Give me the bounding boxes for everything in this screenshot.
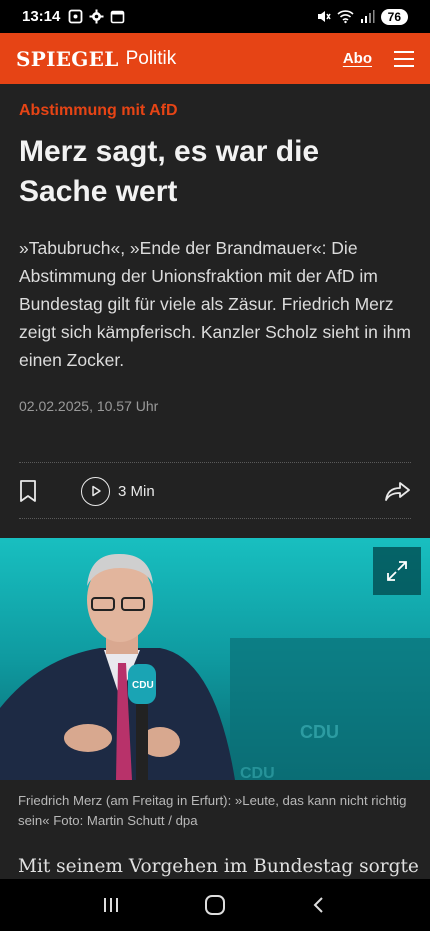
share-icon[interactable] [385, 481, 411, 501]
audio-play-button[interactable]: 3 Min [81, 476, 155, 506]
battery-indicator: 76 [380, 8, 408, 25]
mic-cdu-label: CDU [132, 680, 154, 691]
status-right-icons: 76 [316, 8, 408, 25]
section-label[interactable]: Politik [126, 48, 177, 70]
bookmark-icon[interactable] [19, 479, 37, 503]
mute-icon [317, 11, 331, 22]
screenshot-icon [68, 9, 83, 24]
audio-duration: 3 Min [118, 482, 155, 500]
status-bar: 13:14 76 [0, 0, 430, 33]
photo-caption: Friedrich Merz (am Freitag in Erfurt): »… [0, 780, 430, 836]
spiegel-logo[interactable]: SPIEGEL [16, 47, 119, 71]
site-header: SPIEGEL Politik Abo [0, 33, 430, 84]
article-headline: Merz sagt, es war die Sache wert [19, 135, 320, 208]
svg-text:CDU: CDU [300, 722, 339, 742]
wifi-icon [337, 10, 354, 24]
article-actions: 3 Min [19, 474, 411, 508]
recent-apps-icon[interactable] [101, 895, 121, 915]
svg-text:CDU: CDU [240, 765, 275, 780]
home-icon[interactable] [204, 894, 226, 916]
hamburger-menu-icon[interactable] [394, 50, 414, 67]
play-icon [81, 476, 110, 506]
article-header: Abstimmung mit AfD Merz sagt, es war die… [0, 84, 430, 538]
divider-bottom [19, 518, 411, 519]
divider-top [19, 462, 411, 463]
signal-icon [360, 10, 375, 23]
calendar-icon [111, 10, 125, 24]
abo-link[interactable]: Abo [343, 50, 372, 67]
article-teaser: »Tabubruch«, »Ende der Brandmauer«: Die … [19, 238, 411, 370]
expand-icon [387, 561, 407, 581]
status-time: 13:14 [22, 8, 61, 25]
article-body-start: Mit seinem Vorgehen im Bundestag sorgte [0, 836, 430, 879]
article-date: 02.02.2025, 10.57 Uhr [19, 398, 159, 414]
status-left-icons [68, 9, 125, 24]
photo-merz: CDU CDU CDU [0, 538, 430, 780]
gear-icon [89, 9, 104, 24]
article-photo[interactable]: CDU CDU CDU [0, 538, 430, 780]
article-kicker: Abstimmung mit AfD [19, 102, 178, 119]
back-icon[interactable] [309, 895, 329, 915]
system-nav-bar [0, 879, 430, 931]
expand-photo-button[interactable] [373, 547, 421, 595]
